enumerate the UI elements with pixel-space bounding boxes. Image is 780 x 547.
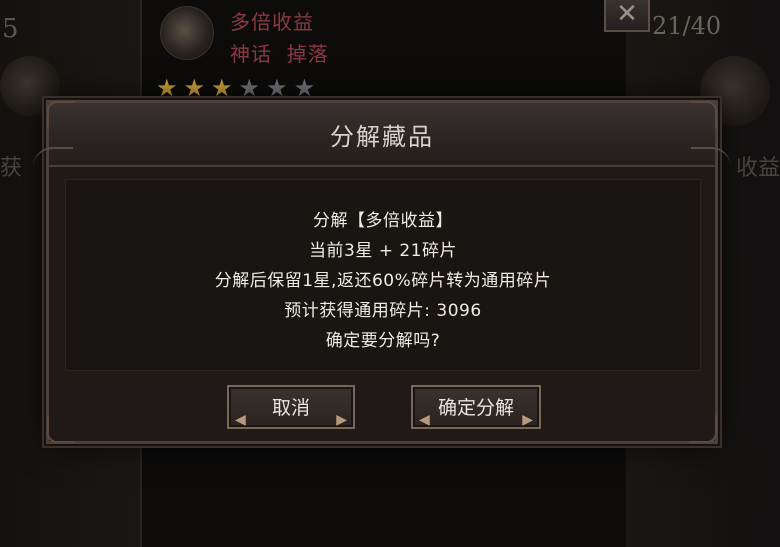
star-empty-icon: ★ [238,74,261,102]
arrow-right-icon: ▶ [522,412,533,428]
star-empty-icon: ★ [266,74,288,102]
message-line-confirm: 确定要分解吗? [325,331,441,351]
message-line-item: 分解【多倍收益】 [313,211,453,231]
corner-ornament [689,101,717,129]
collection-count: 21/40 [652,12,722,40]
arrow-left-icon: ◀ [235,412,246,428]
cancel-button-label: 取消 [271,397,310,419]
decompose-dialog: 分解藏品 分解【多倍收益】 当前3星 + 21碎片 分解后保留1星,返还60%碎… [33,100,731,444]
message-line-estimate: 预计获得通用碎片: 3096 [284,301,482,321]
cancel-button[interactable]: ◀ 取消 ▶ [227,385,355,429]
background-left-partial-text: 获 [0,156,23,181]
item-gear-icon [160,6,214,60]
confirm-decompose-button[interactable]: ◀ 确定分解 ▶ [411,385,541,429]
background-left-number: 5 [2,14,19,44]
dialog-message-box: 分解【多倍收益】 当前3星 + 21碎片 分解后保留1星,返还60%碎片转为通用… [65,179,701,371]
confirm-button-label: 确定分解 [437,397,514,419]
close-button[interactable]: ✕ [604,0,650,32]
arrow-right-icon: ▶ [336,412,347,428]
item-name: 多倍收益 [230,10,314,34]
close-icon: ✕ [616,0,638,29]
dialog-title: 分解藏品 [330,123,434,151]
star-filled-icon: ★ [156,74,178,102]
star-empty-icon: ★ [293,74,316,102]
arrow-left-icon: ◀ [419,412,430,428]
background-right-partial-text: 收益 [736,156,780,181]
item-tags: 神话 掉落 [230,42,329,66]
corner-ornament [47,101,75,129]
message-line-result: 分解后保留1星,返还60%碎片转为通用碎片 [214,271,552,291]
star-filled-icon: ★ [211,74,233,102]
star-filled-icon: ★ [183,74,206,102]
dialog-header: 分解藏品 [49,103,715,167]
corner-ornament [47,415,75,443]
message-line-current: 当前3星 + 21碎片 [309,241,457,261]
item-star-rating: ★ ★ ★ ★ ★ ★ [156,76,315,100]
corner-ornament [689,415,717,443]
